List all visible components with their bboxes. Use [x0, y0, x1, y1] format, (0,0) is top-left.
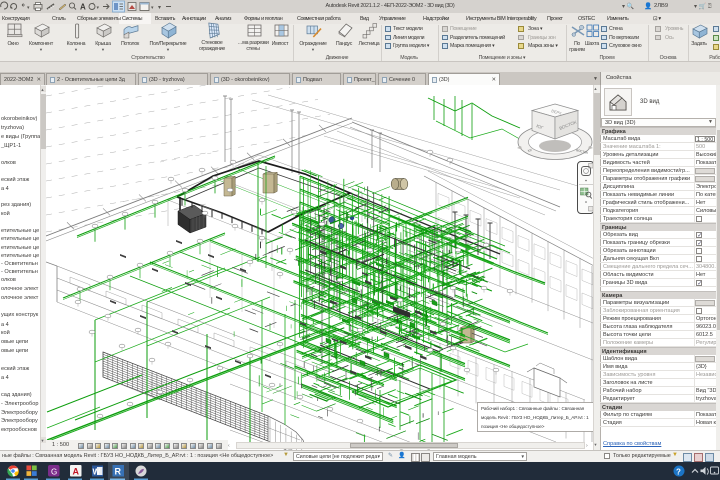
svg-text:A: A	[80, 3, 86, 12]
svg-text:▾: ▾	[27, 5, 30, 11]
svg-text:G: G	[51, 468, 57, 477]
svg-text:▾: ▾	[151, 5, 154, 11]
svg-text:модель Revit : ГБУЗ НО_НОДКБ_Л: модель Revit : ГБУЗ НО_НОДКБ_Литер_Б_АР.…	[481, 415, 589, 420]
svg-text:A: A	[73, 467, 80, 477]
svg-text:W: W	[93, 468, 101, 477]
svg-text:▾: ▾	[158, 5, 161, 11]
svg-text:?: ?	[676, 468, 681, 477]
svg-text:▾: ▾	[97, 5, 100, 11]
svg-text:R: R	[115, 467, 122, 477]
svg-text:позиция <Не общедоступное>: позиция <Не общедоступное>	[481, 424, 545, 429]
svg-text:Рабочий набор1 : Связанные фай: Рабочий набор1 : Связанные файлы : Связа…	[481, 405, 585, 411]
